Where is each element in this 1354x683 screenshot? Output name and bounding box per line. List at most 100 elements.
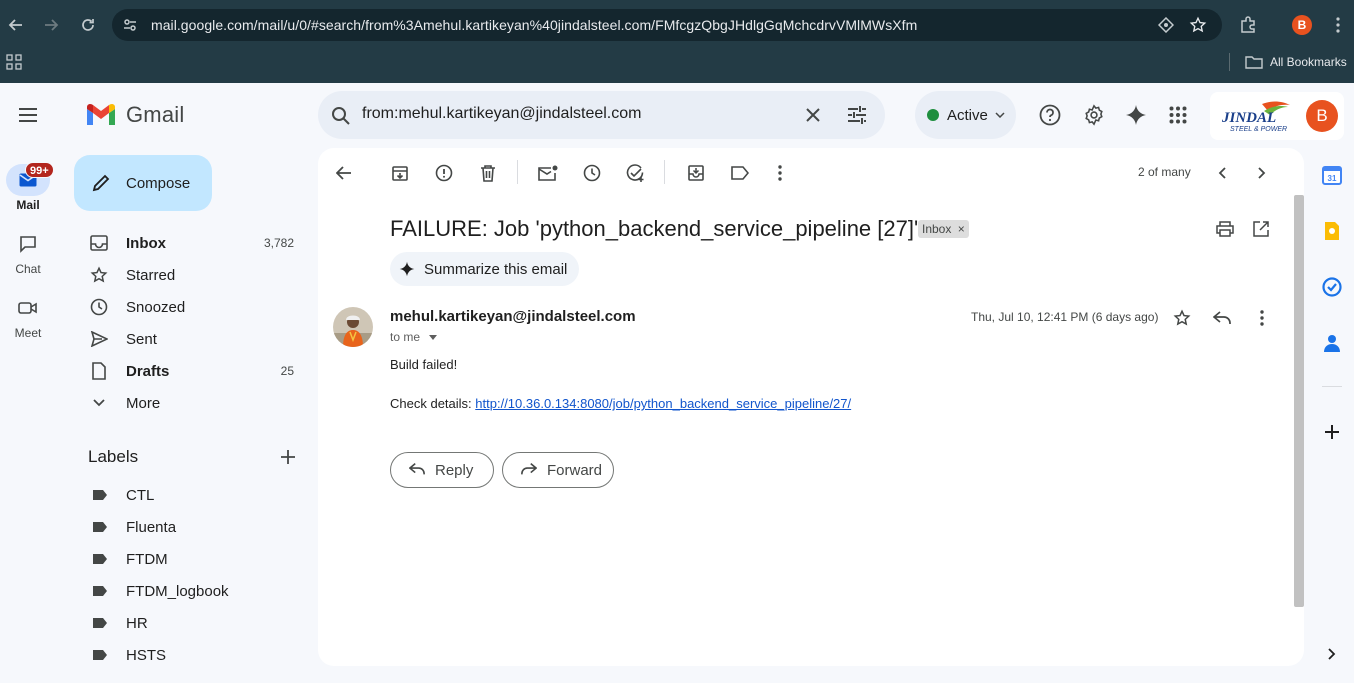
sidebar-item-label: Drafts	[126, 363, 170, 380]
site-settings-icon[interactable]	[119, 14, 141, 36]
snooze-icon[interactable]	[579, 160, 605, 186]
label-item-label: HR	[126, 615, 148, 632]
sender-avatar[interactable]	[333, 307, 373, 347]
label-item-ftdm-logbook[interactable]: FTDM_logbook	[74, 575, 306, 607]
reply-icon[interactable]	[1209, 305, 1235, 331]
keep-icon[interactable]	[1320, 219, 1344, 243]
star-icon	[89, 265, 109, 285]
jenkins-job-link[interactable]: http://10.36.0.134:8080/job/python_backe…	[475, 396, 851, 411]
sender-address[interactable]: mehul.kartikeyan@jindalsteel.com	[390, 308, 636, 325]
extensions-icon[interactable]	[1237, 14, 1259, 36]
search-input[interactable]: from:mehul.kartikeyan@jindalsteel.com	[362, 105, 641, 123]
label-item-hsts[interactable]: HSTS	[74, 639, 306, 671]
rail-meet-label[interactable]: Meet	[0, 326, 56, 340]
summarize-label: Summarize this email	[424, 261, 568, 278]
email-body-line: Build failed!	[390, 357, 458, 372]
folder-icon[interactable]	[1243, 51, 1265, 73]
gmail-logo-icon[interactable]	[84, 101, 118, 129]
gmail-wordmark[interactable]: Gmail	[126, 102, 184, 128]
main-menu-icon[interactable]	[14, 101, 42, 129]
summarize-email-button[interactable]: Summarize this email	[390, 252, 579, 286]
bookmark-star-icon[interactable]	[1187, 14, 1209, 36]
message-scrollbar[interactable]	[1294, 195, 1304, 607]
forward-arrow-icon[interactable]	[40, 14, 62, 36]
label-item-ctl[interactable]: CTL	[74, 479, 306, 511]
chat-icon[interactable]	[17, 233, 39, 255]
report-spam-icon[interactable]	[431, 160, 457, 186]
search-icon[interactable]	[330, 105, 352, 127]
mark-unread-icon[interactable]	[535, 160, 561, 186]
message-more-icon[interactable]	[1249, 305, 1275, 331]
forward-button[interactable]: Forward	[502, 452, 614, 488]
move-to-icon[interactable]	[683, 160, 709, 186]
contacts-icon[interactable]	[1320, 331, 1344, 355]
inbox-chip-label: Inbox	[922, 222, 952, 236]
archive-icon[interactable]	[387, 160, 413, 186]
older-chevron-right-icon[interactable]	[1249, 160, 1275, 186]
gemini-sparkle-icon[interactable]	[1122, 101, 1150, 129]
labels-heading: Labels	[88, 447, 139, 466]
rail-mail-label[interactable]: Mail	[0, 198, 56, 212]
back-to-search-icon[interactable]	[331, 160, 357, 186]
tasks-icon[interactable]	[1320, 275, 1344, 299]
label-item-hr[interactable]: HR	[74, 607, 306, 639]
inbox-label-chip[interactable]: Inbox ×	[918, 220, 969, 238]
label-item-fluenta[interactable]: Fluenta	[74, 511, 306, 543]
rail-chat-label[interactable]: Chat	[0, 262, 56, 276]
status-dot	[927, 109, 939, 121]
account-avatar[interactable]: B	[1306, 100, 1338, 132]
back-arrow-icon[interactable]	[5, 14, 27, 36]
search-options-icon[interactable]	[845, 104, 869, 126]
label-tag-icon	[93, 554, 107, 564]
calendar-icon[interactable]: 31	[1320, 163, 1344, 187]
open-new-window-icon[interactable]	[1248, 216, 1274, 242]
reply-button[interactable]: Reply	[390, 452, 494, 488]
remove-label-icon[interactable]: ×	[958, 222, 965, 236]
label-tag-icon	[93, 618, 107, 628]
sidebar-item-sent[interactable]: Sent	[74, 323, 306, 355]
browser-menu-icon[interactable]	[1327, 14, 1349, 36]
account-switcher[interactable]: JINDAL STEEL & POWER B	[1210, 92, 1344, 140]
video-icon[interactable]	[17, 297, 39, 319]
add-label-icon[interactable]	[278, 447, 298, 467]
lens-icon[interactable]	[1155, 14, 1177, 36]
newer-chevron-left-icon[interactable]	[1209, 160, 1235, 186]
status-selector[interactable]: Active	[915, 91, 1016, 139]
google-apps-icon[interactable]	[1164, 101, 1192, 129]
compose-button[interactable]: Compose	[74, 155, 212, 211]
help-icon[interactable]	[1036, 101, 1064, 129]
all-bookmarks-label[interactable]: All Bookmarks	[1270, 55, 1347, 69]
add-to-tasks-icon[interactable]	[623, 160, 649, 186]
message-view: 2 of many FAILURE: Job 'python_backend_s…	[318, 148, 1304, 666]
sidebar-item-snoozed[interactable]: Snoozed	[74, 291, 306, 323]
delete-icon[interactable]	[475, 160, 501, 186]
toolbar-divider	[664, 160, 665, 184]
browser-profile-avatar[interactable]: B	[1292, 15, 1312, 35]
settings-gear-icon[interactable]	[1080, 101, 1108, 129]
clear-search-icon[interactable]	[802, 104, 824, 126]
recipients-toggle[interactable]: to me	[390, 330, 438, 344]
label-tag-icon	[93, 650, 107, 660]
more-actions-icon[interactable]	[767, 160, 793, 186]
label-tag-icon	[93, 490, 107, 500]
sidebar-item-drafts[interactable]: Drafts 25	[74, 355, 306, 387]
show-side-panel-chevron-icon[interactable]	[1320, 642, 1344, 666]
sidebar-item-more[interactable]: More	[74, 387, 306, 419]
apps-grid-icon[interactable]	[3, 51, 25, 73]
draft-icon	[89, 361, 109, 381]
address-bar[interactable]: mail.google.com/mail/u/0/#search/from%3A…	[112, 9, 1222, 41]
star-message-icon[interactable]	[1169, 305, 1195, 331]
sidebar-item-label: Snoozed	[126, 299, 186, 316]
label-item-label: Fluenta	[126, 519, 177, 536]
label-as-icon[interactable]	[727, 160, 753, 186]
reply-arrow-icon	[409, 463, 425, 475]
sidebar-item-label: Sent	[126, 331, 157, 348]
print-icon[interactable]	[1212, 216, 1238, 242]
sidebar-item-inbox[interactable]: Inbox 3,782	[74, 227, 306, 259]
reload-icon[interactable]	[77, 14, 99, 36]
send-icon	[89, 329, 109, 349]
add-icon[interactable]	[1320, 420, 1344, 444]
sidebar-item-starred[interactable]: Starred	[74, 259, 306, 291]
search-bar[interactable]: from:mehul.kartikeyan@jindalsteel.com	[318, 91, 885, 139]
label-item-ftdm[interactable]: FTDM	[74, 543, 306, 575]
